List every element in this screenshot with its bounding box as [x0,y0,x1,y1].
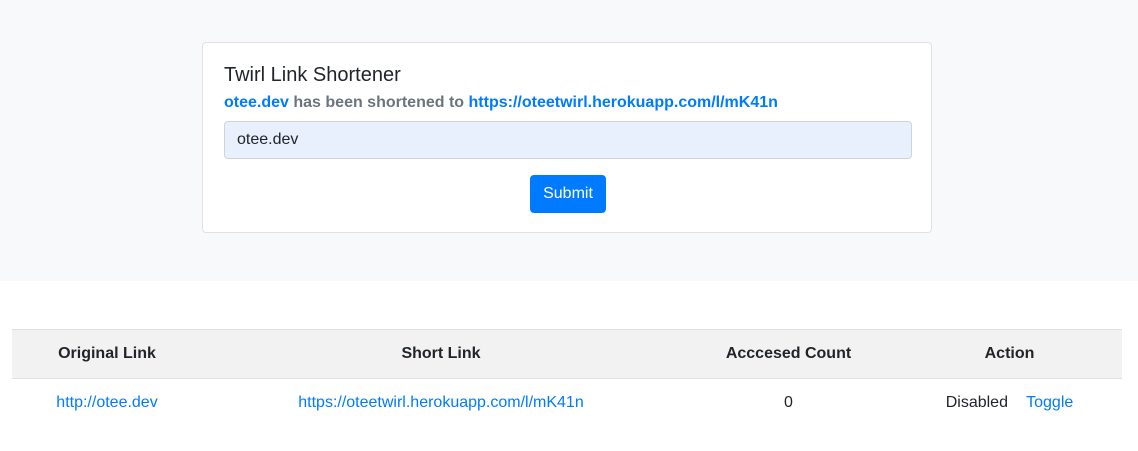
shorten-result-message: otee.dev has been shortened to https://o… [224,94,778,112]
toggle-link[interactable]: Toggle [1026,394,1073,411]
action-cell: Disabled Toggle [897,379,1122,427]
shorten-result-text: has been shortened to [293,94,465,111]
submit-button[interactable]: Submit [530,175,606,213]
short-link[interactable]: https://oteetwirl.herokuapp.com/l/mK41n [298,394,583,411]
link-status: Disabled [945,393,1008,411]
header-access-count: Acccesed Count [725,345,852,362]
short-link-cell: https://oteetwirl.herokuapp.com/l/mK41n [202,379,680,427]
shortener-card: Twirl Link Shortener otee.dev has been s… [202,42,932,233]
header-original-link: Original Link [58,345,156,362]
page-title: Twirl Link Shortener [224,64,401,86]
url-input[interactable] [224,121,912,159]
short-link-result[interactable]: https://oteetwirl.herokuapp.com/l/mK41n [469,94,778,111]
original-link[interactable]: http://otee.dev [56,394,157,411]
original-link-cell: http://otee.dev [12,379,202,427]
table-row: http://otee.dev https://oteetwirl.heroku… [12,379,1122,427]
header-short-link: Short Link [401,345,481,362]
header-action: Action [984,345,1035,362]
original-link-result[interactable]: otee.dev [224,94,289,111]
hero-section: Twirl Link Shortener otee.dev has been s… [0,0,1138,281]
access-count: 0 [784,393,793,411]
links-table: Original Link Short Link Acccesed Count … [12,329,1122,427]
table-header-row: Original Link Short Link Acccesed Count … [12,329,1122,379]
